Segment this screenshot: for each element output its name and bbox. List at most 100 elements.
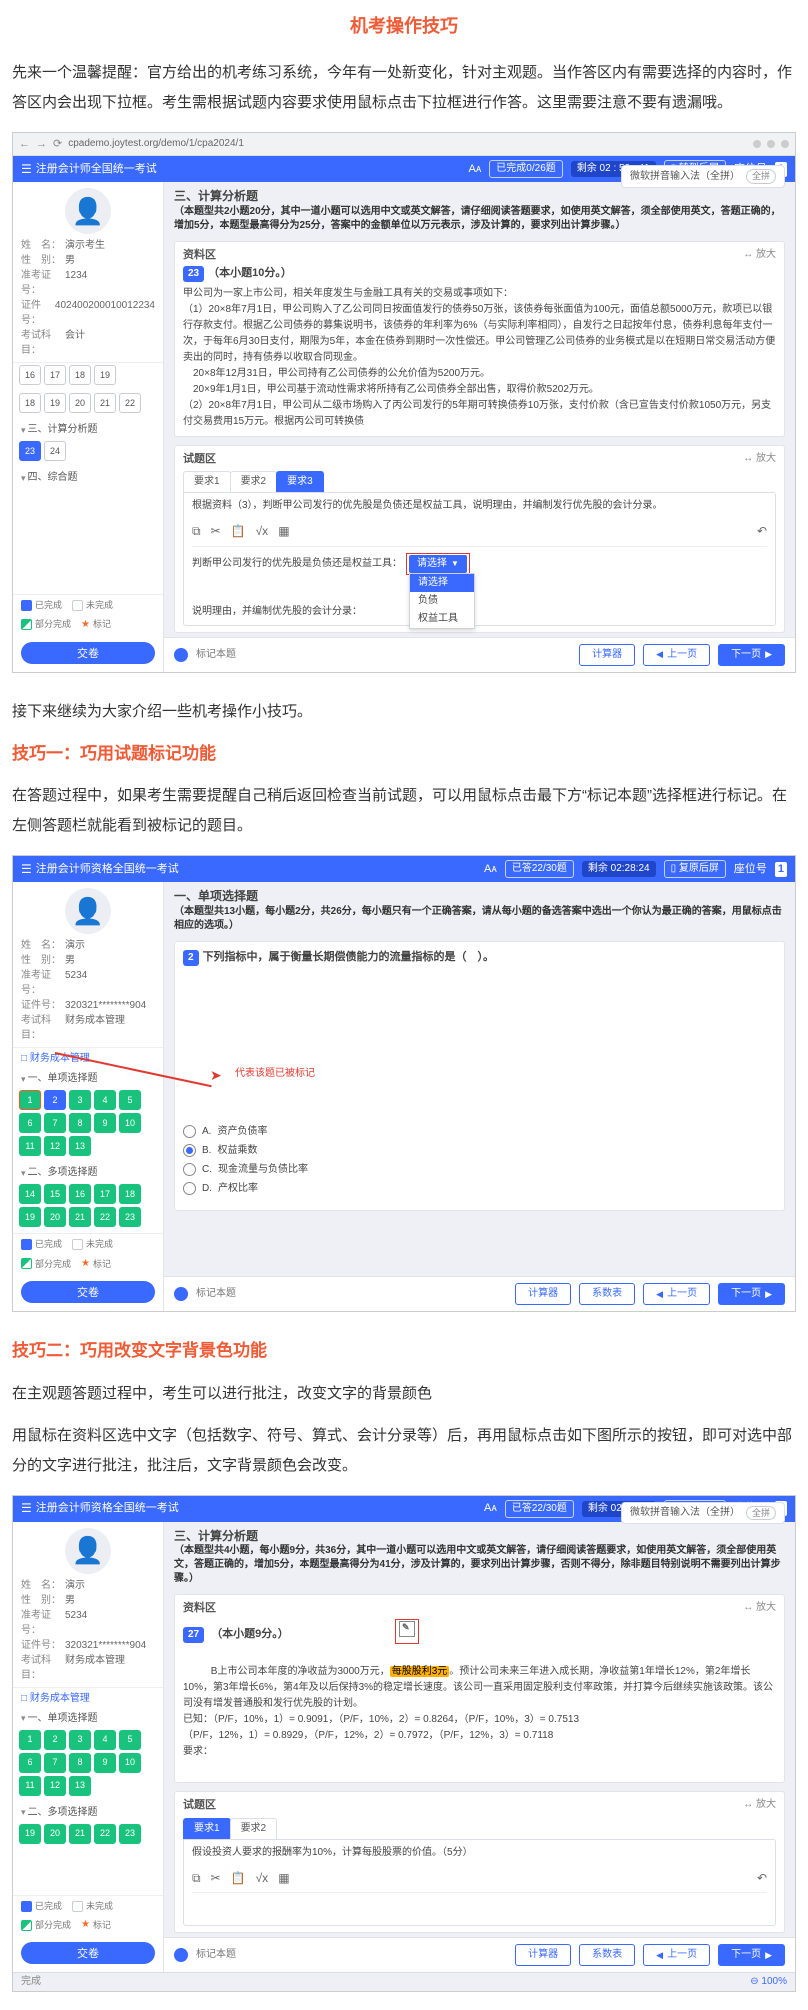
table-button[interactable]: 系数表 [579, 1283, 635, 1305]
menu-icon[interactable]: ☰ [21, 161, 32, 178]
qcell[interactable]: 18 [19, 393, 41, 413]
tab-req1[interactable]: 要求1 [183, 1818, 231, 1839]
section-2-label[interactable]: ▾二、多项选择题 [13, 1802, 163, 1822]
paste-icon[interactable]: 📋 [231, 523, 246, 540]
answer-dropdown[interactable]: 请选择▼ 请选择 负债 权益工具 [409, 555, 467, 573]
section-4-label[interactable]: ▾四、综合题 [13, 467, 163, 487]
prev-button[interactable]: ◀上一页 [643, 644, 710, 666]
qcell[interactable]: 3 [69, 1090, 91, 1110]
cut-icon[interactable]: ✂ [211, 523, 221, 540]
qcell[interactable]: 18 [119, 1184, 141, 1204]
qcell[interactable]: 2 [44, 1730, 66, 1750]
qcell[interactable]: 19 [19, 1824, 41, 1844]
qcell[interactable]: 11 [19, 1136, 41, 1156]
qcell[interactable]: 19 [94, 365, 116, 385]
dd-option[interactable]: 权益工具 [410, 610, 474, 628]
qcell[interactable]: 21 [69, 1207, 91, 1227]
submit-button[interactable]: 交卷 [21, 642, 155, 664]
qcell[interactable]: 1 [19, 1090, 41, 1110]
qcell[interactable]: 22 [94, 1824, 116, 1844]
section-1-label[interactable]: ▾一、单项选择题 [13, 1068, 163, 1088]
undo-icon[interactable]: ↶ [757, 523, 767, 540]
qcell[interactable]: 16 [69, 1184, 91, 1204]
option-a[interactable]: A. 资产负债率 [183, 1122, 776, 1141]
calc-button[interactable]: 计算器 [515, 1944, 571, 1966]
qcell[interactable]: 19 [44, 393, 66, 413]
submit-button[interactable]: 交卷 [21, 1281, 155, 1303]
qcell[interactable]: 4 [94, 1730, 116, 1750]
qcell[interactable]: 7 [44, 1753, 66, 1773]
mark-label[interactable]: 标记本题 [196, 648, 236, 662]
qcell[interactable]: 7 [44, 1113, 66, 1133]
calc-button[interactable]: 计算器 [515, 1283, 571, 1305]
subject-link[interactable]: □ 财务成本管理 [13, 1048, 163, 1068]
qcell[interactable]: 15 [44, 1184, 66, 1204]
qcell[interactable]: 22 [94, 1207, 116, 1227]
tab-req1[interactable]: 要求1 [183, 471, 231, 492]
qcell[interactable]: 2 [44, 1090, 66, 1110]
qcell[interactable]: 17 [94, 1184, 116, 1204]
qcell[interactable]: 10 [119, 1113, 141, 1133]
mark-flag-icon[interactable] [174, 1287, 188, 1301]
cut-icon[interactable]: ✂ [211, 1870, 221, 1887]
zoom-indicator[interactable]: ⊖ 100% [750, 1975, 787, 1989]
qcell[interactable]: 23 [119, 1207, 141, 1227]
qcell[interactable]: 5 [119, 1730, 141, 1750]
annotate-icon[interactable] [399, 1621, 415, 1637]
mark-label[interactable]: 标记本题 [196, 1948, 236, 1962]
section-3-label[interactable]: ▾三、计算分析题 [13, 419, 163, 439]
next-button[interactable]: 下一页▶ [718, 644, 785, 666]
qcell[interactable]: 11 [19, 1776, 41, 1796]
qcell[interactable]: 12 [44, 1136, 66, 1156]
qcell[interactable]: 24 [44, 441, 66, 461]
qcell[interactable]: 22 [119, 393, 141, 413]
table-icon[interactable]: ▦ [278, 523, 289, 540]
dd-option[interactable]: 负债 [410, 592, 474, 610]
qcell[interactable]: 3 [69, 1730, 91, 1750]
menu-icon[interactable]: ☰ [21, 861, 32, 878]
copy-icon[interactable]: ⧉ [192, 523, 201, 540]
qcell[interactable]: 9 [94, 1113, 116, 1133]
subject-link[interactable]: □ 财务成本管理 [13, 1688, 163, 1708]
next-button[interactable]: 下一页▶ [718, 1944, 785, 1966]
mark-label[interactable]: 标记本题 [196, 1287, 236, 1301]
font-size-icon[interactable]: Aᴀ [484, 862, 497, 877]
qcell[interactable]: 9 [94, 1753, 116, 1773]
next-button[interactable]: 下一页▶ [718, 1283, 785, 1305]
qcell[interactable]: 6 [19, 1753, 41, 1773]
option-b[interactable]: B. 权益乘数 [183, 1141, 776, 1160]
prev-button[interactable]: ◀上一页 [643, 1283, 710, 1305]
mark-flag-icon[interactable] [174, 1948, 188, 1962]
nav-reload-icon[interactable]: ⟳ [53, 137, 62, 152]
qcell[interactable]: 13 [69, 1776, 91, 1796]
qcell[interactable]: 21 [94, 393, 116, 413]
expand-btn[interactable]: ↔ 放大 [743, 248, 776, 262]
qcell[interactable]: 17 [44, 365, 66, 385]
ime-indicator[interactable]: 微软拼音输入法（全拼）全拼 [621, 165, 785, 188]
section-2-label[interactable]: ▾二、多项选择题 [13, 1162, 163, 1182]
qcell[interactable]: 16 [19, 365, 41, 385]
qcell[interactable]: 10 [119, 1753, 141, 1773]
qcell[interactable]: 4 [94, 1090, 116, 1110]
font-size-icon[interactable]: Aᴀ [484, 1501, 497, 1516]
qcell[interactable]: 6 [19, 1113, 41, 1133]
fullscreen-btn[interactable]: ▯ 复原后屏 [664, 860, 726, 878]
section-1-label[interactable]: ▾一、单项选择题 [13, 1708, 163, 1728]
expand-btn[interactable]: ↔ 放大 [743, 452, 776, 466]
tab-req2[interactable]: 要求2 [230, 471, 278, 492]
qcell[interactable]: 20 [44, 1207, 66, 1227]
qcell[interactable]: 5 [119, 1090, 141, 1110]
table-icon[interactable]: ▦ [278, 1870, 289, 1887]
mark-flag-icon[interactable] [174, 648, 188, 662]
url-field[interactable]: cpademo.joytest.org/demo/1/cpa2024/1 [68, 137, 747, 151]
ime-indicator[interactable]: 微软拼音输入法（全拼）全拼 [621, 1502, 785, 1525]
font-size-icon[interactable]: Aᴀ [469, 162, 482, 177]
qcell[interactable]: 20 [44, 1824, 66, 1844]
option-c[interactable]: C. 现金流量与负债比率 [183, 1160, 776, 1179]
submit-button[interactable]: 交卷 [21, 1942, 155, 1964]
undo-icon[interactable]: ↶ [757, 1870, 767, 1887]
table-button[interactable]: 系数表 [579, 1944, 635, 1966]
expand-btn[interactable]: ↔ 放大 [743, 1798, 776, 1812]
qcell[interactable]: 12 [44, 1776, 66, 1796]
option-d[interactable]: D. 产权比率 [183, 1179, 776, 1198]
